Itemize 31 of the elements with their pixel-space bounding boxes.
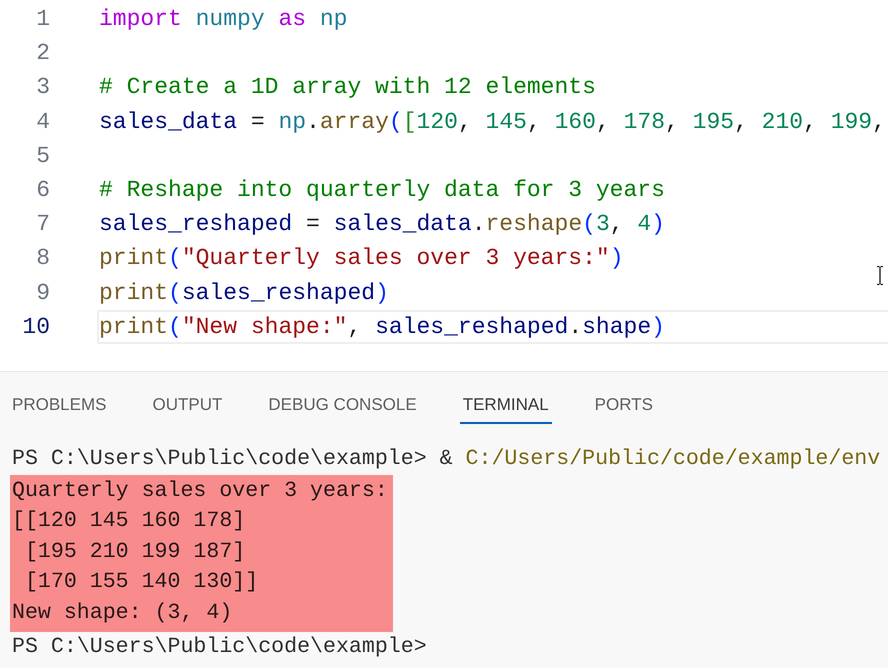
line-number: 6 (35, 176, 50, 205)
code-line: sales_data = np.array([120, 145, 160, 178, 195, 210, 199, (98, 108, 887, 137)
code-line: print("Quarterly sales over 3 years:") (98, 244, 625, 274)
line-number: 4 (35, 108, 50, 137)
terminal-line: PS C:\Users\Public\code\example> (11, 634, 428, 661)
code-line: # Reshape into quarterly data for 3 years (98, 176, 666, 205)
code-line: import numpy as np (98, 5, 348, 34)
panel-tab[interactable]: PORTS (592, 390, 656, 424)
terminal-line: [170 155 140 130]] (24, 569, 260, 596)
terminal-line: Quarterly sales over 3 years: (11, 478, 389, 505)
line-number: 7 (35, 210, 50, 240)
panel-tab[interactable]: PROBLEMS (9, 390, 110, 424)
line-number: 9 (35, 278, 50, 308)
text-cursor-icon (876, 266, 884, 285)
terminal-line: [195 210 199 187] (24, 538, 246, 566)
line-number: 5 (35, 142, 50, 171)
panel-tab[interactable]: TERMINAL (460, 390, 552, 424)
code-line: sales_reshaped = sales_data.reshape(3, 4) (98, 210, 666, 240)
panel-tab[interactable]: OUTPUT (149, 390, 226, 424)
terminal-line: PS C:\Users\Public\code\example> & C:/Users/Public/code/example/env (11, 446, 882, 473)
line-number: 3 (35, 73, 50, 102)
line-number: 10 (21, 312, 50, 342)
code-line: # Create a 1D array with 12 elements (98, 73, 597, 102)
panel-tab[interactable]: DEBUG CONSOLE (265, 390, 420, 424)
line-number: 8 (35, 244, 50, 274)
code-line: print("New shape:", sales_reshaped.shape) (97, 310, 888, 344)
terminal-line: New shape: (3, 4) (11, 600, 234, 627)
terminal-line: [[120 145 160 178] (11, 508, 246, 536)
code-line: print(sales_reshaped) (98, 278, 390, 308)
line-number: 2 (35, 39, 50, 68)
line-number: 1 (35, 5, 50, 34)
